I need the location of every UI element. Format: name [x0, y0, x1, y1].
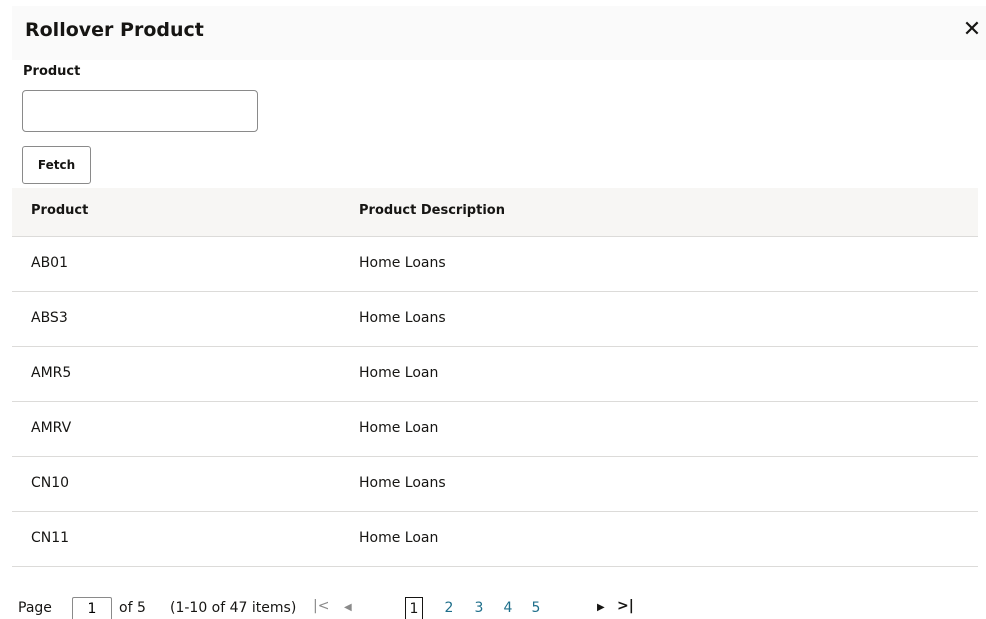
table-row[interactable]: ABS3 Home Loans	[12, 292, 978, 347]
current-page-input[interactable]	[72, 597, 112, 619]
product-input[interactable]	[22, 90, 258, 132]
page-number-5[interactable]: 5	[527, 597, 545, 619]
cell-product-description: Home Loans	[359, 475, 446, 491]
table-row[interactable]: AB01 Home Loans	[12, 237, 978, 292]
close-icon[interactable]: ✕	[958, 16, 986, 44]
last-page-icon[interactable]: >|	[617, 598, 634, 614]
dialog-title: Rollover Product	[25, 19, 204, 41]
table-row[interactable]: CN11 Home Loan	[12, 512, 978, 567]
fetch-button[interactable]: Fetch	[22, 146, 91, 184]
cell-product: AMRV	[31, 420, 72, 436]
page-label: Page	[18, 600, 52, 616]
table-row[interactable]: AMRV Home Loan	[12, 402, 978, 457]
table-header-row: Product Product Description	[12, 188, 978, 237]
cell-product: CN11	[31, 530, 70, 546]
page-count-label: of 5	[119, 600, 146, 616]
cell-product-description: Home Loans	[359, 310, 446, 326]
page-number-3[interactable]: 3	[470, 597, 488, 619]
product-table: Product Product Description AB01 Home Lo…	[12, 188, 986, 567]
column-header-product-description: Product Description	[359, 203, 505, 218]
prev-page-icon[interactable]: ◀	[344, 602, 352, 613]
cell-product: AMR5	[31, 365, 72, 381]
cell-product: AB01	[31, 255, 68, 271]
items-range-label: (1-10 of 47 items)	[170, 600, 297, 616]
rollover-product-dialog: Rollover Product ✕ Product Fetch Product…	[12, 6, 986, 619]
cell-product: CN10	[31, 475, 70, 491]
table-row[interactable]: AMR5 Home Loan	[12, 347, 978, 402]
page-number-1[interactable]: 1	[405, 597, 423, 619]
table-row[interactable]: CN10 Home Loans	[12, 457, 978, 512]
page-number-4[interactable]: 4	[499, 597, 517, 619]
column-header-product: Product	[31, 203, 89, 218]
product-field-label: Product	[23, 64, 81, 79]
next-page-icon[interactable]: ▶	[597, 602, 605, 613]
cell-product: ABS3	[31, 310, 68, 326]
cell-product-description: Home Loan	[359, 365, 439, 381]
cell-product-description: Home Loans	[359, 255, 446, 271]
first-page-icon[interactable]: |<	[313, 598, 329, 614]
cell-product-description: Home Loan	[359, 530, 439, 546]
page-number-2[interactable]: 2	[440, 597, 458, 619]
cell-product-description: Home Loan	[359, 420, 439, 436]
dialog-header: Rollover Product ✕	[12, 6, 986, 60]
pagination-bar: Page of 5 (1-10 of 47 items) |< ◀ 1 2 3 …	[12, 594, 986, 619]
